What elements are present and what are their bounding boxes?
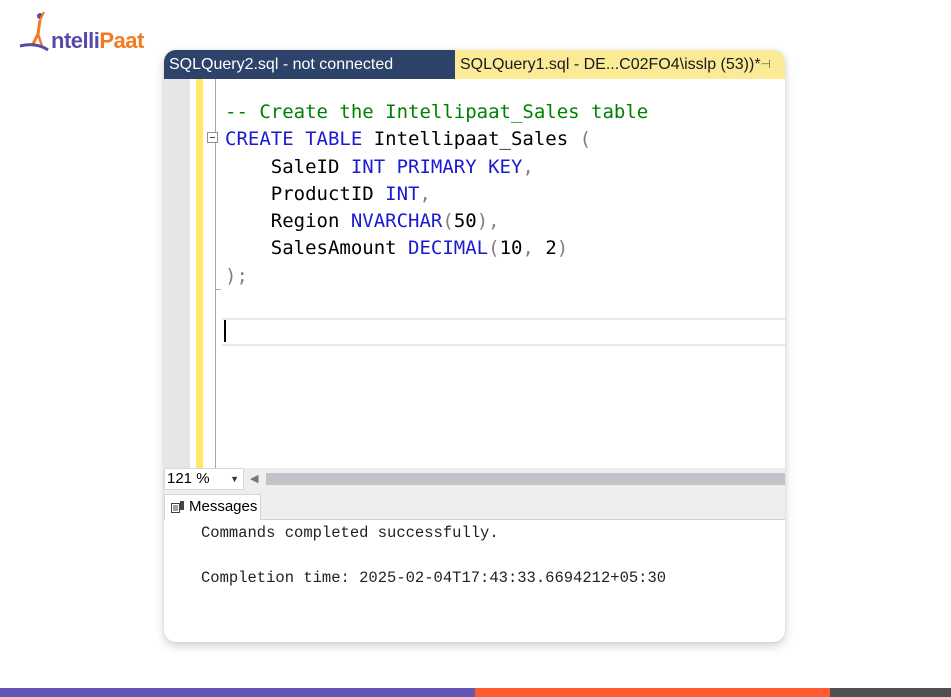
code-keyword: INT PRIMARY KEY — [350, 155, 523, 178]
query-editor[interactable]: -- Create the Intellipaat_Sales table CR… — [164, 79, 785, 468]
code-punctuation: ), — [476, 210, 500, 233]
text-caret — [224, 320, 226, 342]
zoom-level-dropdown[interactable]: 121 % ▼ — [164, 468, 244, 490]
results-tabs: Messages — [164, 490, 785, 520]
scroll-left-icon[interactable]: ◀ — [250, 472, 258, 485]
code-number: 50 — [453, 210, 477, 233]
footer-segment-grey — [830, 688, 951, 697]
horizontal-scrollbar[interactable] — [266, 473, 785, 485]
code-punctuation: ( — [488, 237, 500, 260]
chevron-down-icon[interactable]: ▼ — [230, 469, 239, 489]
document-tabs: SQLQuery2.sql - not connected SQLQuery1.… — [164, 50, 785, 79]
code-punctuation: ( — [442, 210, 454, 233]
sql-code: -- Create the Intellipaat_Sales table CR… — [225, 99, 648, 290]
change-tracking-bar — [196, 79, 203, 468]
code-punctuation: , — [522, 237, 546, 260]
code-punctuation: ( — [579, 128, 592, 151]
code-keyword: CREATE TABLE — [225, 128, 363, 151]
tab-sqlquery1-label: SQLQuery1.sql - DE...C02FO4\isslp (53))* — [460, 56, 761, 73]
code-punctuation: , — [522, 155, 534, 178]
code-number: 2 — [545, 237, 557, 260]
code-punctuation: ) — [556, 237, 569, 260]
footer-segment-purple — [0, 688, 475, 697]
message-completion-time: Completion time: 2025-02-04T17:43:33.669… — [201, 569, 667, 587]
collapse-icon[interactable] — [207, 132, 218, 143]
messages-output: Commands completed successfully. Complet… — [201, 522, 666, 590]
code-keyword: NVARCHAR — [350, 210, 443, 233]
code-keyword: DECIMAL — [408, 237, 489, 260]
messages-icon — [171, 501, 184, 513]
editor-margin — [164, 79, 190, 468]
intellipaat-logo: ntelliPaat — [18, 10, 148, 54]
code-identifier: SalesAmount — [225, 237, 409, 260]
code-punctuation: , — [419, 182, 431, 205]
tab-messages[interactable]: Messages — [164, 494, 261, 520]
code-keyword: INT — [385, 182, 420, 205]
pin-icon[interactable]: ⊣ — [761, 50, 771, 79]
current-line-highlight — [222, 318, 785, 346]
editor-status-row: 121 % ▼ ◀ — [164, 468, 785, 490]
logo-text: ntelliPaat — [51, 28, 144, 53]
tab-sqlquery2[interactable]: SQLQuery2.sql - not connected — [164, 50, 455, 79]
outline-end-marker — [215, 289, 221, 290]
ssms-editor-window: SQLQuery2.sql - not connected SQLQuery1.… — [164, 50, 785, 642]
tab-sqlquery1[interactable]: SQLQuery1.sql - DE...C02FO4\isslp (53))*… — [455, 50, 785, 79]
code-number: 10 — [499, 237, 523, 260]
brand-footer-bar — [0, 688, 951, 697]
footer-segment-orange — [475, 688, 830, 697]
code-identifier: ProductID — [225, 182, 386, 205]
code-punctuation: ); — [225, 264, 248, 287]
zoom-level-value: 121 % — [167, 470, 210, 487]
code-comment: -- Create the Intellipaat_Sales table — [225, 101, 649, 123]
code-identifier: Region — [225, 210, 351, 233]
code-identifier: SaleID — [225, 155, 351, 178]
tab-messages-label: Messages — [189, 498, 258, 515]
message-status: Commands completed successfully. — [201, 524, 499, 542]
code-identifier: Intellipaat_Sales — [362, 128, 580, 151]
